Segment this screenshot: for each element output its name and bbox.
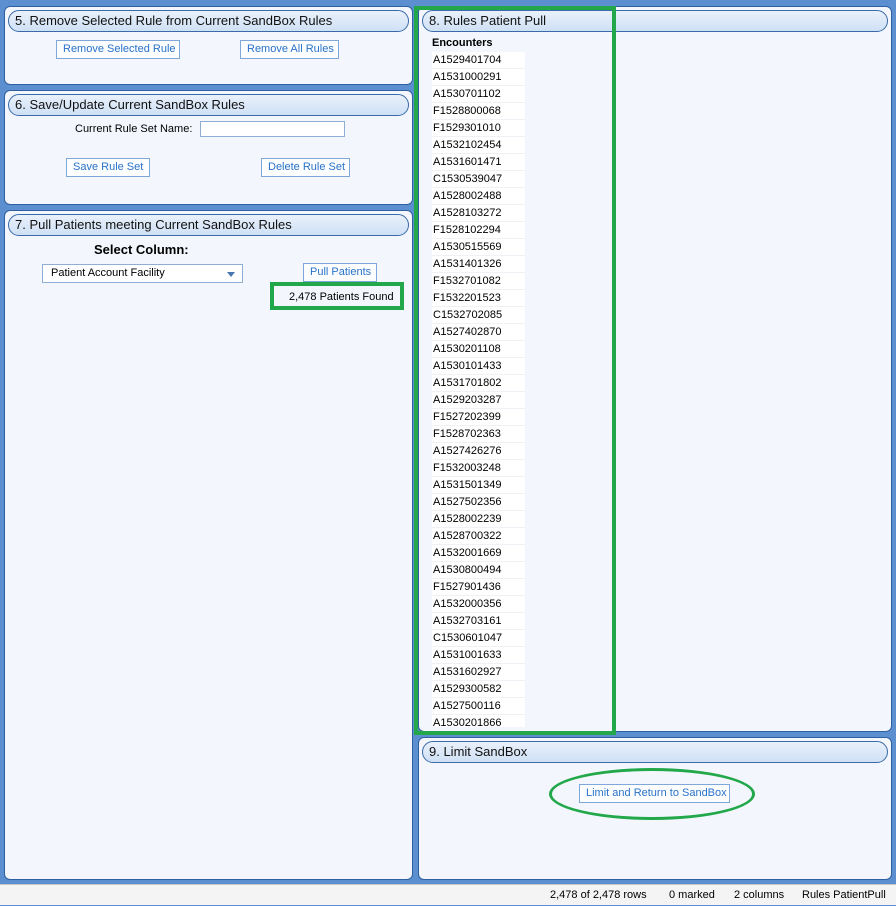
encounter-row[interactable]: A1532001669 (432, 545, 525, 562)
encounter-row[interactable]: A1531602927 (432, 664, 525, 681)
encounters-list[interactable]: Encounters A1529401704 A1531000291 A153070… (432, 35, 532, 727)
encounter-row[interactable]: F1532701082 (432, 273, 525, 290)
rule-set-name-label: Current Rule Set Name: (75, 123, 193, 135)
encounter-row[interactable]: A1527426276 (432, 443, 525, 460)
status-bar: 2,478 of 2,478 rows 0 marked 2 columns R… (0, 884, 896, 905)
encounter-row[interactable]: A1530515569 (432, 239, 525, 256)
encounters-column-header[interactable]: Encounters (432, 35, 532, 52)
encounter-row[interactable]: A1529401704 (432, 52, 525, 69)
encounter-row[interactable]: F1527901436 (432, 579, 525, 596)
status-view-name: Rules PatientPull (802, 889, 886, 901)
encounter-row[interactable]: A1528103272 (432, 205, 525, 222)
save-rule-set-button[interactable]: Save Rule Set (66, 158, 150, 177)
encounter-row[interactable]: A1532000356 (432, 596, 525, 613)
encounter-row[interactable]: A1530201108 (432, 341, 525, 358)
limit-sandbox-panel: 9. Limit SandBox Limit and Return to San… (418, 737, 892, 880)
encounter-row[interactable]: C1530539047 (432, 171, 525, 188)
rules-patient-pull-panel-title: 8. Rules Patient Pull (422, 10, 888, 32)
limit-and-return-button[interactable]: Limit and Return to SandBox (579, 784, 730, 803)
column-select-value: Patient Account Facility (51, 267, 165, 279)
rule-set-name-input[interactable] (200, 121, 345, 137)
encounter-row[interactable]: A1532102454 (432, 137, 525, 154)
status-column-count: 2 columns (734, 889, 785, 901)
encounter-row[interactable]: C1532702085 (432, 307, 525, 324)
encounter-row[interactable]: A1531401326 (432, 256, 525, 273)
encounter-row[interactable]: A1528002239 (432, 511, 525, 528)
encounter-row[interactable]: F1527202399 (432, 409, 525, 426)
remove-all-rules-button[interactable]: Remove All Rules (240, 40, 339, 59)
remove-selected-rule-button[interactable]: Remove Selected Rule (56, 40, 180, 59)
encounter-row[interactable]: A1531501349 (432, 477, 525, 494)
column-select-dropdown[interactable]: Patient Account Facility (42, 264, 243, 283)
encounter-row[interactable]: A1530800494 (432, 562, 525, 579)
encounter-row[interactable]: A1530701102 (432, 86, 525, 103)
remove-rule-panel-title: 5. Remove Selected Rule from Current San… (8, 10, 409, 32)
pull-patients-button[interactable]: Pull Patients (303, 263, 377, 282)
status-row-count: 2,478 of 2,478 rows (550, 889, 647, 901)
pull-patients-panel-title: 7. Pull Patients meeting Current SandBox… (8, 214, 409, 236)
encounter-row[interactable]: A1532703161 (432, 613, 525, 630)
pull-patients-panel: 7. Pull Patients meeting Current SandBox… (4, 210, 413, 880)
encounter-row[interactable]: F1528800068 (432, 103, 525, 120)
encounter-row[interactable]: A1529203287 (432, 392, 525, 409)
status-marked-count: 0 marked (669, 889, 715, 901)
encounter-row[interactable]: A1527502356 (432, 494, 525, 511)
limit-sandbox-panel-title: 9. Limit SandBox (422, 741, 888, 763)
encounter-row[interactable]: F1532003248 (432, 460, 525, 477)
encounter-row[interactable]: C1530601047 (432, 630, 525, 647)
select-column-label: Select Column: (94, 242, 189, 257)
encounter-row[interactable]: A1527500116 (432, 698, 525, 715)
encounter-row[interactable]: A1531601471 (432, 154, 525, 171)
encounter-row[interactable]: F1529301010 (432, 120, 525, 137)
encounter-row[interactable]: A1531001633 (432, 647, 525, 664)
chevron-down-icon[interactable] (227, 272, 235, 277)
encounter-row[interactable]: A1530101433 (432, 358, 525, 375)
encounter-row[interactable]: A1528002488 (432, 188, 525, 205)
encounter-row[interactable]: F1528102294 (432, 222, 525, 239)
encounter-row[interactable]: F1528702363 (432, 426, 525, 443)
save-rules-panel-title: 6. Save/Update Current SandBox Rules (8, 94, 409, 116)
patients-found-text: 2,478 Patients Found (289, 291, 394, 303)
encounter-row[interactable]: A1530201866 (432, 715, 525, 727)
delete-rule-set-button[interactable]: Delete Rule Set (261, 158, 350, 177)
save-rules-panel: 6. Save/Update Current SandBox Rules Cur… (4, 90, 413, 205)
remove-rule-panel: 5. Remove Selected Rule from Current San… (4, 6, 413, 85)
encounter-row[interactable]: A1528700322 (432, 528, 525, 545)
encounter-row[interactable]: A1531701802 (432, 375, 525, 392)
encounter-row[interactable]: A1531000291 (432, 69, 525, 86)
encounter-row[interactable]: A1527402870 (432, 324, 525, 341)
encounter-row[interactable]: F1532201523 (432, 290, 525, 307)
encounter-row[interactable]: A1529300582 (432, 681, 525, 698)
